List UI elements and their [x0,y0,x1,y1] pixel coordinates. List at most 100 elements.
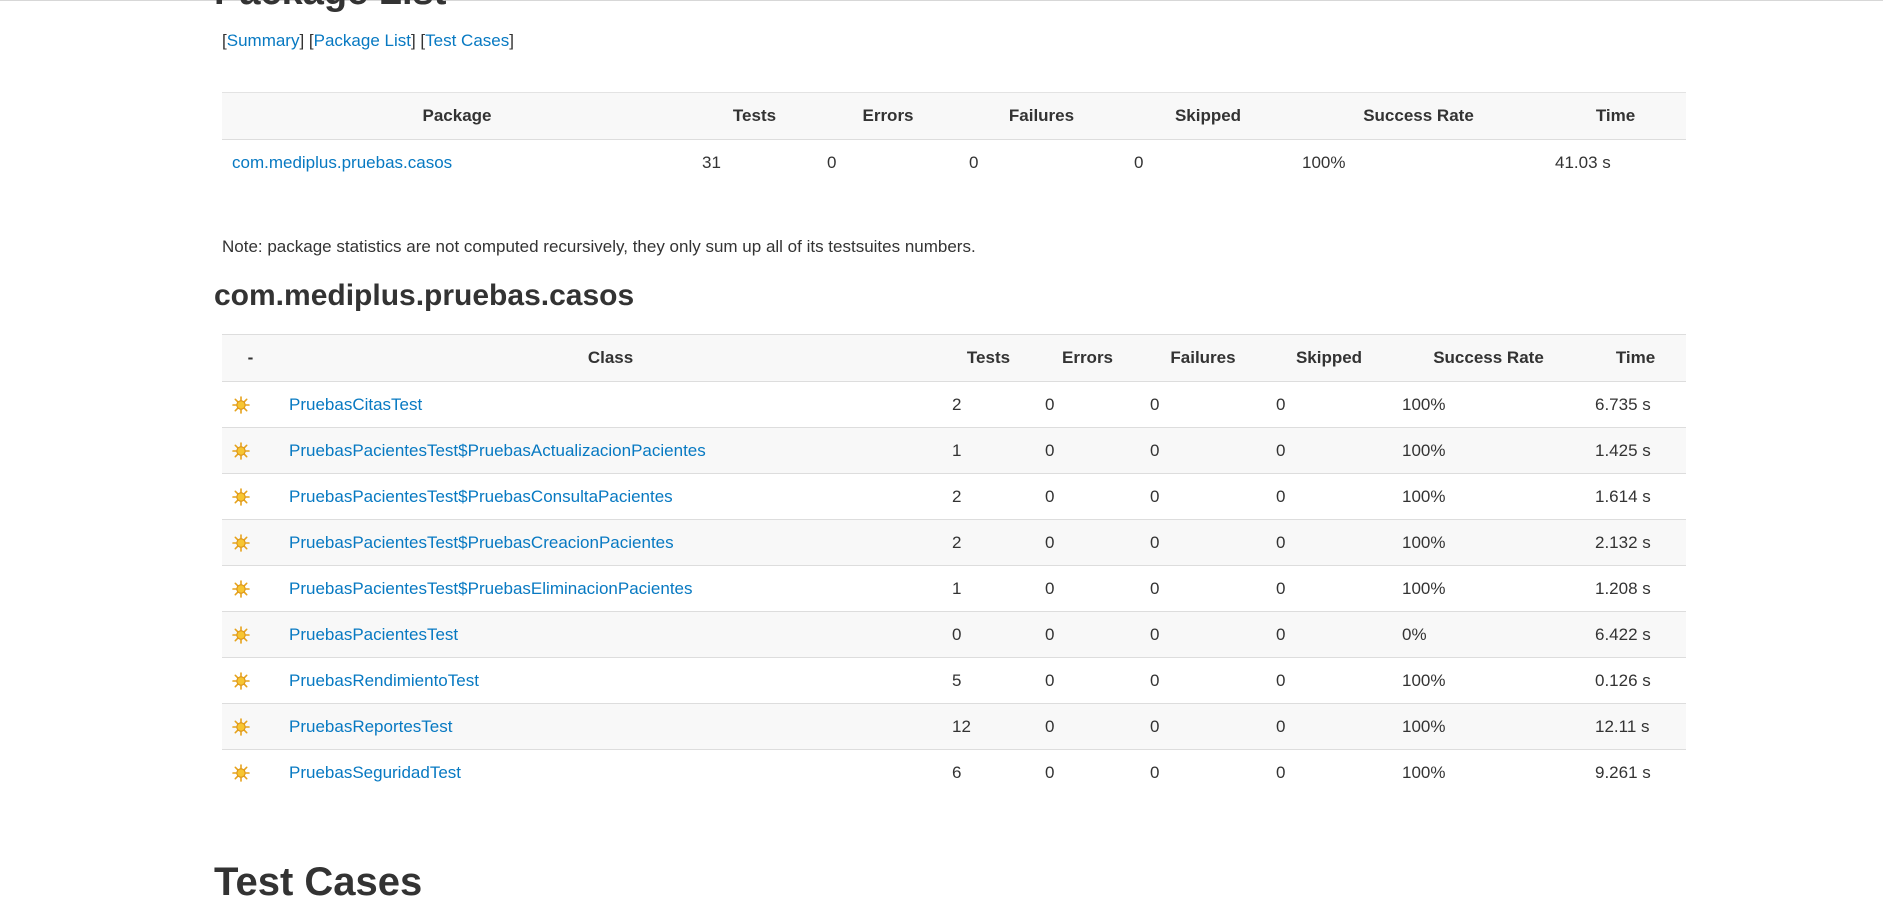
table-row: PruebasPacientesTest$PruebasEliminacionP… [222,565,1686,612]
class-cell: PruebasPacientesTest$PruebasConsultaPaci… [279,473,942,520]
errors-cell: 0 [817,139,959,185]
status-cell [222,519,279,566]
errors-cell: 0 [1035,473,1140,520]
class-link[interactable]: PruebasPacientesTest$PruebasEliminacionP… [289,579,693,598]
failures-cell: 0 [1140,657,1266,704]
class-link[interactable]: PruebasCitasTest [289,395,422,414]
status-cell [222,427,279,474]
class-link[interactable]: PruebasReportesTest [289,717,452,736]
status-cell [222,565,279,612]
tests-cell: 1 [942,565,1035,612]
package-link[interactable]: com.mediplus.pruebas.casos [232,153,452,172]
errors-cell: 0 [1035,427,1140,474]
success-rate-cell: 100% [1392,381,1585,428]
tests-cell: 5 [942,657,1035,704]
status-cell [222,611,279,658]
package-stats-note: Note: package statistics are not compute… [222,237,976,256]
skipped-cell: 0 [1266,657,1392,704]
skipped-cell: 0 [1266,473,1392,520]
time-cell: 2.132 s [1585,519,1686,566]
tests-cell: 12 [942,703,1035,750]
test-class-sun-icon [232,626,250,644]
class-link[interactable]: PruebasRendimientoTest [289,671,479,690]
success-rate-cell: 100% [1392,565,1585,612]
class-cell: PruebasReportesTest [279,703,942,750]
success-rate-cell: 100% [1292,139,1545,185]
success-rate-cell: 100% [1392,657,1585,704]
class-cell: PruebasRendimientoTest [279,657,942,704]
table-row: com.mediplus.pruebas.casos 31 0 0 0 100%… [222,139,1686,185]
tests-cell: 0 [942,611,1035,658]
failures-cell: 0 [1140,473,1266,520]
time-cell: 1.614 s [1585,473,1686,520]
package-table-header-row: Package Tests Errors Failures Skipped Su… [222,92,1686,140]
tests-cell: 6 [942,749,1035,795]
time-cell: 1.208 s [1585,565,1686,612]
success-rate-cell: 100% [1392,519,1585,566]
class-link[interactable]: PruebasPacientesTest [289,625,458,644]
errors-cell: 0 [1035,565,1140,612]
nav-link-summary[interactable]: Summary [227,31,300,50]
errors-cell: 0 [1035,381,1140,428]
table-row: PruebasCitasTest 2 0 0 0 100% 6.735 s [222,381,1686,428]
success-rate-cell: 100% [1392,427,1585,474]
skipped-cell: 0 [1266,519,1392,566]
failures-cell: 0 [959,139,1124,185]
failures-cell: 0 [1140,749,1266,795]
column-header-status: - [222,334,279,382]
column-header-failures: Failures [959,92,1124,140]
column-header-success-rate: Success Rate [1292,92,1545,140]
column-header-skipped: Skipped [1124,92,1292,140]
class-link[interactable]: PruebasPacientesTest$PruebasCreacionPaci… [289,533,674,552]
time-cell: 41.03 s [1545,139,1686,185]
table-row: PruebasPacientesTest$PruebasActualizacio… [222,427,1686,474]
errors-cell: 0 [1035,519,1140,566]
success-rate-cell: 100% [1392,749,1585,795]
skipped-cell: 0 [1266,427,1392,474]
tests-cell: 2 [942,519,1035,566]
package-heading: com.mediplus.pruebas.casos [214,279,635,312]
table-row: PruebasPacientesTest$PruebasCreacionPaci… [222,519,1686,566]
time-cell: 12.11 s [1585,703,1686,750]
success-rate-cell: 100% [1392,473,1585,520]
nav-link-package-list[interactable]: Package List [314,31,411,50]
class-cell: PruebasPacientesTest$PruebasActualizacio… [279,427,942,474]
skipped-cell: 0 [1266,565,1392,612]
time-cell: 6.735 s [1585,381,1686,428]
class-cell: PruebasPacientesTest [279,611,942,658]
class-link[interactable]: PruebasPacientesTest$PruebasConsultaPaci… [289,487,673,506]
class-link[interactable]: PruebasPacientesTest$PruebasActualizacio… [289,441,706,460]
table-row: PruebasSeguridadTest 6 0 0 0 100% 9.261 … [222,749,1686,795]
failures-cell: 0 [1140,565,1266,612]
failures-cell: 0 [1140,519,1266,566]
failures-cell: 0 [1140,427,1266,474]
skipped-cell: 0 [1266,703,1392,750]
section-nav: [Summary] [Package List] [Test Cases] [222,31,514,50]
status-cell [222,703,279,750]
column-header-tests: Tests [942,334,1035,382]
status-cell [222,657,279,704]
status-cell [222,381,279,428]
skipped-cell: 0 [1124,139,1292,185]
column-header-skipped: Skipped [1266,334,1392,382]
column-header-class: Class [279,334,942,382]
time-cell: 9.261 s [1585,749,1686,795]
time-cell: 6.422 s [1585,611,1686,658]
table-row: PruebasRendimientoTest 5 0 0 0 100% 0.12… [222,657,1686,704]
test-class-sun-icon [232,672,250,690]
errors-cell: 0 [1035,611,1140,658]
test-class-sun-icon [232,764,250,782]
status-cell [222,749,279,795]
time-cell: 1.425 s [1585,427,1686,474]
class-link[interactable]: PruebasSeguridadTest [289,763,461,782]
class-cell: PruebasSeguridadTest [279,749,942,795]
test-class-sun-icon [232,580,250,598]
success-rate-cell: 100% [1392,703,1585,750]
nav-link-test-cases[interactable]: Test Cases [425,31,509,50]
column-header-errors: Errors [1035,334,1140,382]
failures-cell: 0 [1140,611,1266,658]
skipped-cell: 0 [1266,381,1392,428]
tests-cell: 1 [942,427,1035,474]
status-cell [222,473,279,520]
errors-cell: 0 [1035,749,1140,795]
